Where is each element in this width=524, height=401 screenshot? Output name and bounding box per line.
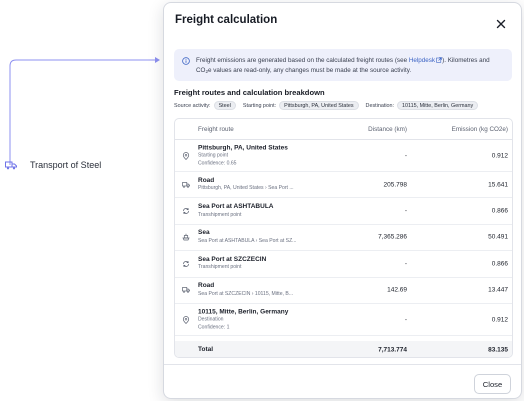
close-icon[interactable]: [495, 18, 507, 30]
truck-icon: [182, 287, 190, 294]
helpdesk-link[interactable]: Helpdesk: [409, 57, 435, 64]
route-name: Pittsburgh, PA, United States: [198, 143, 288, 151]
truck-icon: [182, 181, 190, 188]
route-meta: Source activity: Steel Starting point: P…: [174, 100, 519, 111]
route-emission: 0.912: [491, 316, 508, 323]
source-activity-label: Source activity:: [174, 102, 211, 109]
route-distance: -: [404, 316, 407, 323]
route-distance: 142.69: [387, 286, 407, 294]
route-sub: Destination: [198, 316, 224, 323]
transship-icon: [183, 208, 189, 215]
info-icon: [182, 57, 190, 65]
route-name: Sea: [198, 229, 210, 237]
route-name: Sea Port at SZCZECIN: [198, 255, 267, 263]
route-sub: Starting point: [198, 152, 229, 159]
section-title: Freight routes and calculation breakdown: [174, 88, 325, 97]
route-sub: Transhipment point: [198, 211, 242, 218]
table-row: Pittsburgh, PA, United States Starting p…: [175, 140, 512, 172]
total-emission: 83.135: [488, 346, 508, 353]
total-label: Total: [198, 345, 214, 353]
table-row: Road Pittsburgh, PA, United States › Sea…: [175, 172, 512, 199]
freight-route-table: Freight route Distance (km) Emission (kg…: [174, 118, 513, 358]
route-distance: -: [404, 207, 407, 215]
table-header: Freight route Distance (km) Emission (kg…: [175, 119, 512, 140]
route-emission: 15.641: [488, 181, 508, 189]
starting-point-pill: Pittsburgh, PA, United States: [279, 101, 359, 110]
total-row: Total 7,713.774 83.135: [175, 341, 512, 357]
route-distance: -: [404, 152, 407, 159]
route-sub: Sea Port at SZCZECIN › 10115, Mitte, B..…: [198, 290, 294, 297]
route-name: 10115, Mitte, Berlin, Germany: [198, 307, 289, 315]
info-text: Freight emissions are generated based on…: [196, 56, 506, 77]
route-sub: Pittsburgh, PA, United States › Sea Port…: [198, 185, 294, 192]
route-sub: Sea Port at ASHTABULA › Sea Port at SZ..…: [198, 237, 297, 244]
location-pin-icon: [182, 315, 190, 324]
footer-divider: [164, 364, 521, 365]
table-row: Sea Port at ASHTABULA Transhipment point…: [175, 198, 512, 225]
route-distance: 7,365.286: [378, 233, 407, 241]
activity-node[interactable]: Transport of Steel: [4, 159, 101, 171]
total-distance: 7,713.774: [378, 346, 407, 353]
source-activity-pill: Steel: [213, 101, 236, 110]
route-confidence: Confidence: 1: [198, 323, 230, 330]
column-header-emission: Emission (kg CO2e): [451, 126, 508, 133]
route-emission: 0.912: [491, 152, 508, 159]
route-emission: 0.866: [491, 260, 508, 268]
route-emission: 0.866: [491, 207, 508, 215]
table-row: Sea Port at SZCZECIN Transhipment point …: [175, 251, 512, 278]
route-sub: Transhipment point: [198, 264, 242, 271]
destination-label: Destination:: [365, 102, 395, 109]
column-header-distance: Distance (km): [368, 126, 407, 133]
transship-icon: [183, 260, 189, 267]
truck-icon: [4, 159, 18, 171]
table-row: Sea Sea Port at ASHTABULA › Sea Port at …: [175, 225, 512, 252]
freight-calculation-modal: Freight calculation Freight emissions ar…: [163, 2, 522, 399]
info-text-part: e values are read-only, any changes must…: [208, 67, 412, 75]
table-row: 10115, Mitte, Berlin, Germany Destinatio…: [175, 304, 512, 336]
route-confidence: Confidence: 0.65: [198, 159, 237, 166]
route-emission: 13.447: [488, 286, 508, 294]
table-row: Road Sea Port at SZCZECIN › 10115, Mitte…: [175, 278, 512, 304]
location-pin-icon: [182, 151, 190, 160]
starting-point-label: Starting point:: [242, 102, 277, 109]
route-emission: 50.491: [488, 233, 508, 241]
route-name: Sea Port at ASHTABULA: [198, 203, 274, 211]
connector-line: [9, 57, 160, 165]
activity-node-label: Transport of Steel: [30, 160, 102, 170]
modal-title: Freight calculation: [175, 14, 278, 26]
info-text-part: Freight emissions are generated based on…: [196, 57, 409, 64]
column-header-route: Freight route: [198, 126, 234, 133]
route-distance: 205.798: [383, 181, 408, 189]
destination-pill: 10115, Mitte, Berlin, Germany: [397, 101, 479, 110]
route-distance: -: [404, 260, 407, 268]
route-name: Road: [198, 282, 215, 290]
route-name: Road: [198, 176, 215, 184]
close-button[interactable]: Close: [474, 374, 511, 394]
info-banner: Freight emissions are generated based on…: [174, 49, 512, 81]
ship-icon: [182, 234, 190, 241]
